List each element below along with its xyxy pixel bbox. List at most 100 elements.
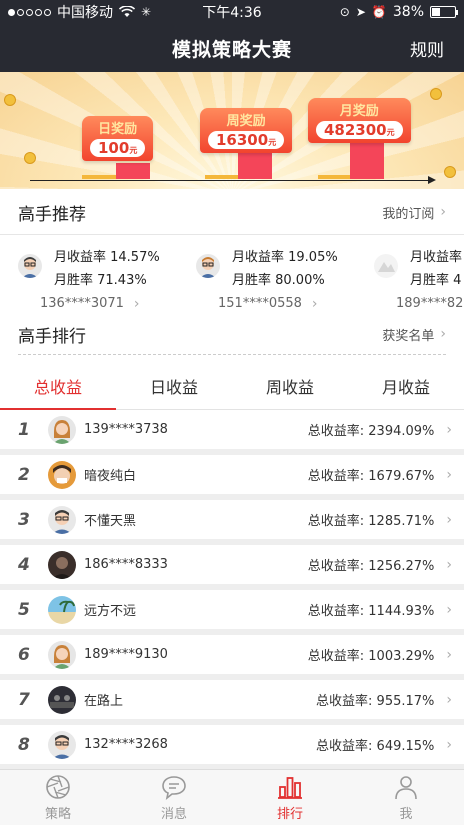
my-subscriptions-link[interactable]: 我的订阅 › (382, 203, 446, 222)
prize-label: 月奖励 (339, 104, 379, 119)
rank-number: 7 (18, 689, 30, 710)
tabbar-messages[interactable]: 消息 (116, 770, 232, 825)
prize-label: 周奖励 (226, 114, 266, 129)
total-return-rate: 总收益率: 955.17% (316, 694, 435, 709)
ranking-row[interactable]: 4 186****8333 总收益率: 1256.27% › (0, 545, 464, 590)
total-return-rate: 总收益率: 1285.71% (307, 514, 435, 529)
chevron-right-icon: › (446, 646, 452, 663)
bar-base (205, 175, 241, 179)
rules-button[interactable]: 规则 (410, 36, 444, 61)
expert-user: 151****0558 › (218, 296, 318, 312)
dashed-divider (18, 354, 446, 355)
monthly-return: 月收益率 14.57% (54, 250, 160, 265)
monthly-return: 月收益率 19.05% (232, 250, 338, 265)
winners-list-link[interactable]: 获奖名单 › (382, 325, 446, 344)
chevron-right-icon: › (440, 204, 446, 220)
tab-monthly-return[interactable]: 月收益 (348, 368, 464, 409)
loading-icon: ✳ (141, 5, 152, 19)
ranking-row[interactable]: 5 远方不远 总收益率: 1144.93% › (0, 590, 464, 635)
chevron-right-icon: › (446, 691, 452, 708)
tab-total-return[interactable]: 总收益 (0, 368, 116, 410)
coin-icon (4, 94, 16, 106)
user-name: 132****3268 (84, 737, 168, 752)
day-prize: 日奖励 100元 (82, 116, 154, 161)
bar-chart-icon (278, 777, 302, 799)
chevron-right-icon: › (446, 736, 452, 753)
total-return-rate: 总收益率: 1679.67% (307, 469, 435, 484)
expert-card[interactable]: 月收益率 月胜率 4 189****82 (374, 236, 464, 318)
ranking-row[interactable]: 2 暗夜纯白 总收益率: 1679.67% › (0, 455, 464, 500)
user-name: 不懂天黑 (84, 514, 137, 529)
expert-carousel[interactable]: 月收益率 14.57% 月胜率 71.43% 136****3071 › 月收益率… (0, 236, 464, 318)
month-prize: 月奖励 482300元 (308, 98, 411, 143)
rotation-lock-icon: ⊙ (339, 5, 350, 19)
status-left: 中国移动 ✳ (8, 2, 151, 22)
tabbar-ranking[interactable]: 排行 (232, 770, 348, 825)
user-name: 暗夜纯白 (84, 469, 137, 484)
prize-banner[interactable]: 日奖励 100元 周奖励 16300元 月奖励 482300元 (0, 72, 464, 189)
monthly-winrate: 月胜率 71.43% (54, 273, 147, 288)
rank-number: 6 (18, 644, 30, 665)
avatar (48, 730, 76, 759)
bar-base (318, 175, 354, 179)
experts-title: 高手推荐 (18, 204, 86, 225)
carrier-label: 中国移动 (57, 5, 113, 21)
signal-icon (8, 8, 51, 16)
rank-number: 3 (18, 509, 30, 530)
month-prize-bar (350, 139, 384, 179)
prize-card: 月奖励 482300元 (308, 98, 411, 143)
prize-value: 482300元 (316, 121, 403, 139)
prize-card: 周奖励 16300元 (200, 108, 293, 153)
monthly-winrate: 月胜率 80.00% (232, 273, 325, 288)
status-bar: 中国移动 ✳ 下午4:36 ⊙ ➤ ⏰ 38% (0, 0, 464, 24)
aperture-icon (46, 775, 70, 799)
expert-user: 136****3071 › (40, 296, 140, 312)
total-return-rate: 总收益率: 649.15% (316, 739, 435, 754)
ranking-row[interactable]: 7 在路上 总收益率: 955.17% › (0, 680, 464, 725)
ranking-title: 高手排行 (18, 326, 86, 347)
chevron-right-icon: › (446, 511, 452, 528)
divider (0, 234, 464, 235)
avatar (48, 685, 76, 714)
location-icon: ➤ (355, 5, 366, 19)
coin-icon (444, 166, 456, 178)
expert-card[interactable]: 月收益率 14.57% 月胜率 71.43% 136****3071 › (18, 236, 208, 318)
ranking-row[interactable]: 3 不懂天黑 总收益率: 1285.71% › (0, 500, 464, 545)
monthly-return: 月收益率 (410, 250, 463, 265)
user-name: 在路上 (84, 694, 124, 709)
chevron-right-icon: › (446, 601, 452, 618)
person-icon (395, 776, 417, 800)
ranking-row[interactable]: 1 139****3738 总收益率: 2394.09% › (0, 410, 464, 455)
wifi-icon (119, 6, 135, 17)
monthly-winrate: 月胜率 4 (410, 273, 462, 288)
page-title: 模拟策略大赛 (171, 38, 292, 61)
tabbar-me[interactable]: 我 (348, 770, 464, 825)
ranking-row[interactable]: 8 132****3268 总收益率: 649.15% › (0, 725, 464, 770)
user-name: 186****8333 (84, 557, 168, 572)
user-name: 139****3738 (84, 422, 168, 437)
avatar (48, 550, 76, 579)
banner-axis-arrow (428, 176, 436, 184)
ranking-row[interactable]: 6 189****9130 总收益率: 1003.29% › (0, 635, 464, 680)
status-right: ⊙ ➤ ⏰ 38% (339, 4, 458, 20)
prize-card: 日奖励 100元 (82, 116, 154, 161)
ranking-list: 1 139****3738 总收益率: 2394.09% › 2 暗夜纯白 总收… (0, 410, 464, 770)
coin-icon (24, 152, 36, 164)
tabbar-strategy[interactable]: 策略 (0, 770, 116, 825)
alarm-icon: ⏰ (371, 5, 387, 19)
total-return-rate: 总收益率: 2394.09% (307, 424, 435, 439)
rank-number: 4 (18, 554, 30, 575)
chevron-right-icon: › (133, 296, 140, 312)
bottom-tab-bar: 策略 消息 排行 我 (0, 769, 464, 825)
chevron-right-icon: › (440, 326, 446, 342)
banner-axis (30, 180, 434, 181)
bar-base (82, 175, 118, 179)
user-name: 189****9130 (84, 647, 168, 662)
avatar (48, 505, 76, 534)
tab-weekly-return[interactable]: 周收益 (232, 368, 348, 409)
rank-number: 5 (18, 599, 30, 620)
expert-card[interactable]: 月收益率 19.05% 月胜率 80.00% 151****0558 › (196, 236, 386, 318)
tab-daily-return[interactable]: 日收益 (116, 368, 232, 409)
ranking-header: 高手排行 获奖名单 › (0, 312, 464, 356)
total-return-rate: 总收益率: 1144.93% (307, 604, 435, 619)
